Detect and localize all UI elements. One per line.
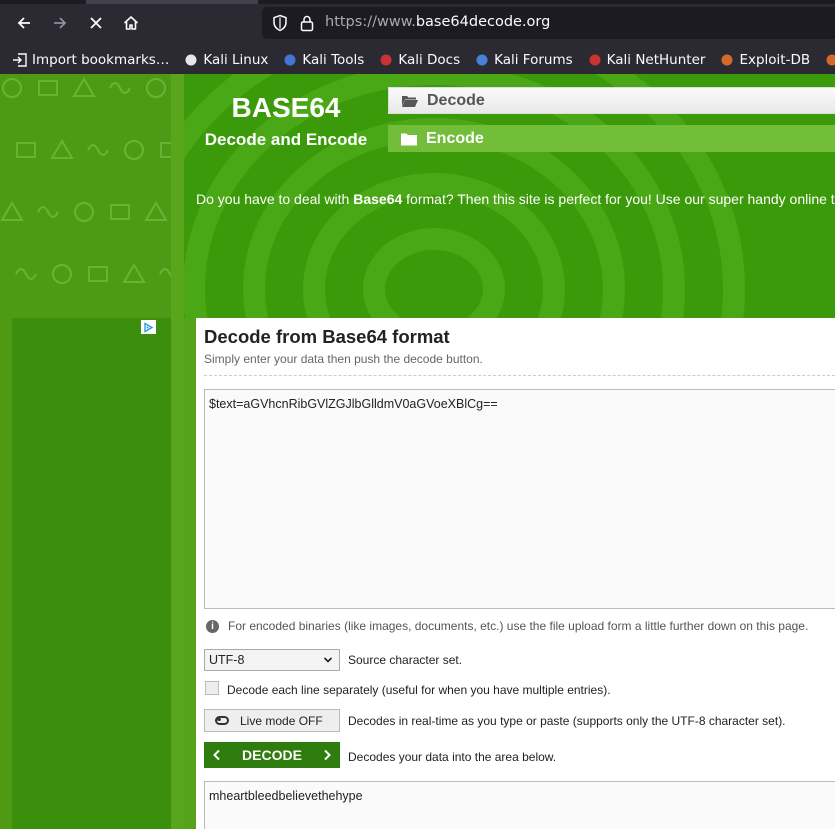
decode-button[interactable]: DECODE (204, 742, 340, 768)
google-hacking-db-icon (824, 52, 835, 68)
charset-label: Source character set. (348, 653, 463, 667)
site-header: BASE64 Decode and Encode Decode Encode D… (184, 74, 835, 318)
url-scheme: https://www. (325, 14, 416, 30)
advertisement-banner[interactable] (12, 318, 172, 829)
stop-loading-icon[interactable] (85, 12, 107, 34)
live-mode-toggle[interactable]: Live mode OFF (204, 709, 340, 732)
url-domain: base64decode.org (415, 14, 551, 30)
binary-note-text: For encoded binaries (like images, docum… (228, 619, 809, 633)
live-mode-label: Live mode OFF (240, 713, 323, 728)
decode-each-line-label[interactable]: Decode each line separately (useful for … (227, 683, 611, 697)
bookmark-label: Kali Forums (494, 52, 573, 68)
bookmark-item[interactable]: Exploit-DB (719, 52, 810, 68)
tracking-protection-icon[interactable] (271, 14, 289, 32)
adchoices-icon[interactable] (141, 320, 156, 334)
lock-icon[interactable] (299, 14, 315, 32)
panel-title: Decode from Base64 format (204, 326, 450, 347)
toggle-icon (215, 716, 229, 725)
bookmark-item[interactable]: Kali Forums (474, 52, 573, 68)
bookmark-item[interactable]: Go (824, 52, 835, 68)
bookmark-label: Kali Linux (203, 52, 269, 68)
nav-decode-tab[interactable]: Decode (388, 87, 835, 114)
folder-open-icon (402, 95, 418, 107)
bookmark-label: Kali Docs (398, 52, 461, 68)
live-mode-description: Decodes in real-time as you type or past… (348, 714, 786, 728)
web-page: BASE64 Decode and Encode Decode Encode D… (0, 74, 835, 829)
back-icon[interactable] (13, 12, 35, 34)
info-icon: i (206, 619, 219, 633)
chevron-down-icon (323, 657, 333, 663)
bookmark-label: Import bookmarks… (32, 52, 170, 68)
kali-forums-icon (474, 52, 490, 68)
tab-strip (0, 0, 835, 4)
decode-button-label: DECODE (242, 747, 302, 763)
encoded-input-textarea[interactable]: $text=aGVhcnRibGVlZGJlbGlldmV0aGVoeXBlCg… (204, 389, 835, 609)
nav-encode-tab[interactable]: Encode (388, 125, 835, 152)
nav-decode-label: Decode (427, 91, 485, 109)
bookmarks-bar: Import bookmarks… Kali Linux Kali Tools Kal… (0, 46, 835, 74)
intro-text: Do you have to deal with Base64 format? … (196, 191, 835, 207)
brand-title[interactable]: BASE64 (184, 92, 388, 124)
forward-icon[interactable] (49, 12, 71, 34)
bookmark-item[interactable]: Kali Linux (183, 52, 268, 68)
exploit-db-icon (719, 52, 735, 68)
folder-icon (401, 133, 417, 145)
intro-bold: Base64 (353, 191, 403, 207)
bookmark-item[interactable]: Import bookmarks… (12, 52, 169, 68)
charset-select[interactable]: UTF-8 (204, 649, 340, 671)
import-icon (12, 52, 28, 68)
decode-each-line-checkbox[interactable] (205, 681, 219, 695)
decode-panel: Decode from Base64 format Simply enter y… (196, 318, 835, 829)
bookmark-label: Kali Tools (302, 52, 365, 68)
bookmark-item[interactable]: Kali Tools (282, 52, 364, 68)
decode-description: Decodes your data into the area below. (348, 750, 557, 764)
nav-encode-label: Encode (426, 129, 484, 147)
brand-subtitle[interactable]: Decode and Encode (184, 130, 388, 150)
browser-toolbar: https://www.base64decode.org (0, 0, 835, 46)
bookmark-item[interactable]: Kali Docs (378, 52, 460, 68)
kali-dragon-icon (183, 52, 199, 68)
bookmark-label: Exploit-DB (739, 52, 811, 68)
url-text[interactable]: https://www.base64decode.org (325, 14, 550, 30)
chevron-right-icon (324, 749, 331, 761)
bookmark-item[interactable]: Kali NetHunter (587, 52, 706, 68)
kali-nethunter-icon (587, 52, 603, 68)
kali-tools-icon (282, 52, 298, 68)
bookmark-label: Kali NetHunter (606, 52, 706, 68)
chevron-left-icon (213, 749, 220, 761)
home-icon[interactable] (120, 12, 142, 34)
intro-prefix: Do you have to deal with (196, 191, 354, 207)
dotted-divider (204, 375, 835, 376)
kali-docs-icon (378, 52, 394, 68)
charset-value: UTF-8 (209, 653, 245, 667)
panel-subtitle: Simply enter your data then push the dec… (204, 352, 483, 366)
decoded-output-textarea[interactable]: mheartbleedbelievethehype (204, 781, 835, 829)
intro-suffix: format? Then this site is perfect for yo… (402, 191, 835, 207)
sidebar-gutter (171, 74, 184, 829)
address-bar[interactable]: https://www.base64decode.org (262, 7, 835, 39)
binary-note: i For encoded binaries (like images, doc… (206, 619, 808, 633)
active-tab[interactable] (86, 0, 258, 4)
